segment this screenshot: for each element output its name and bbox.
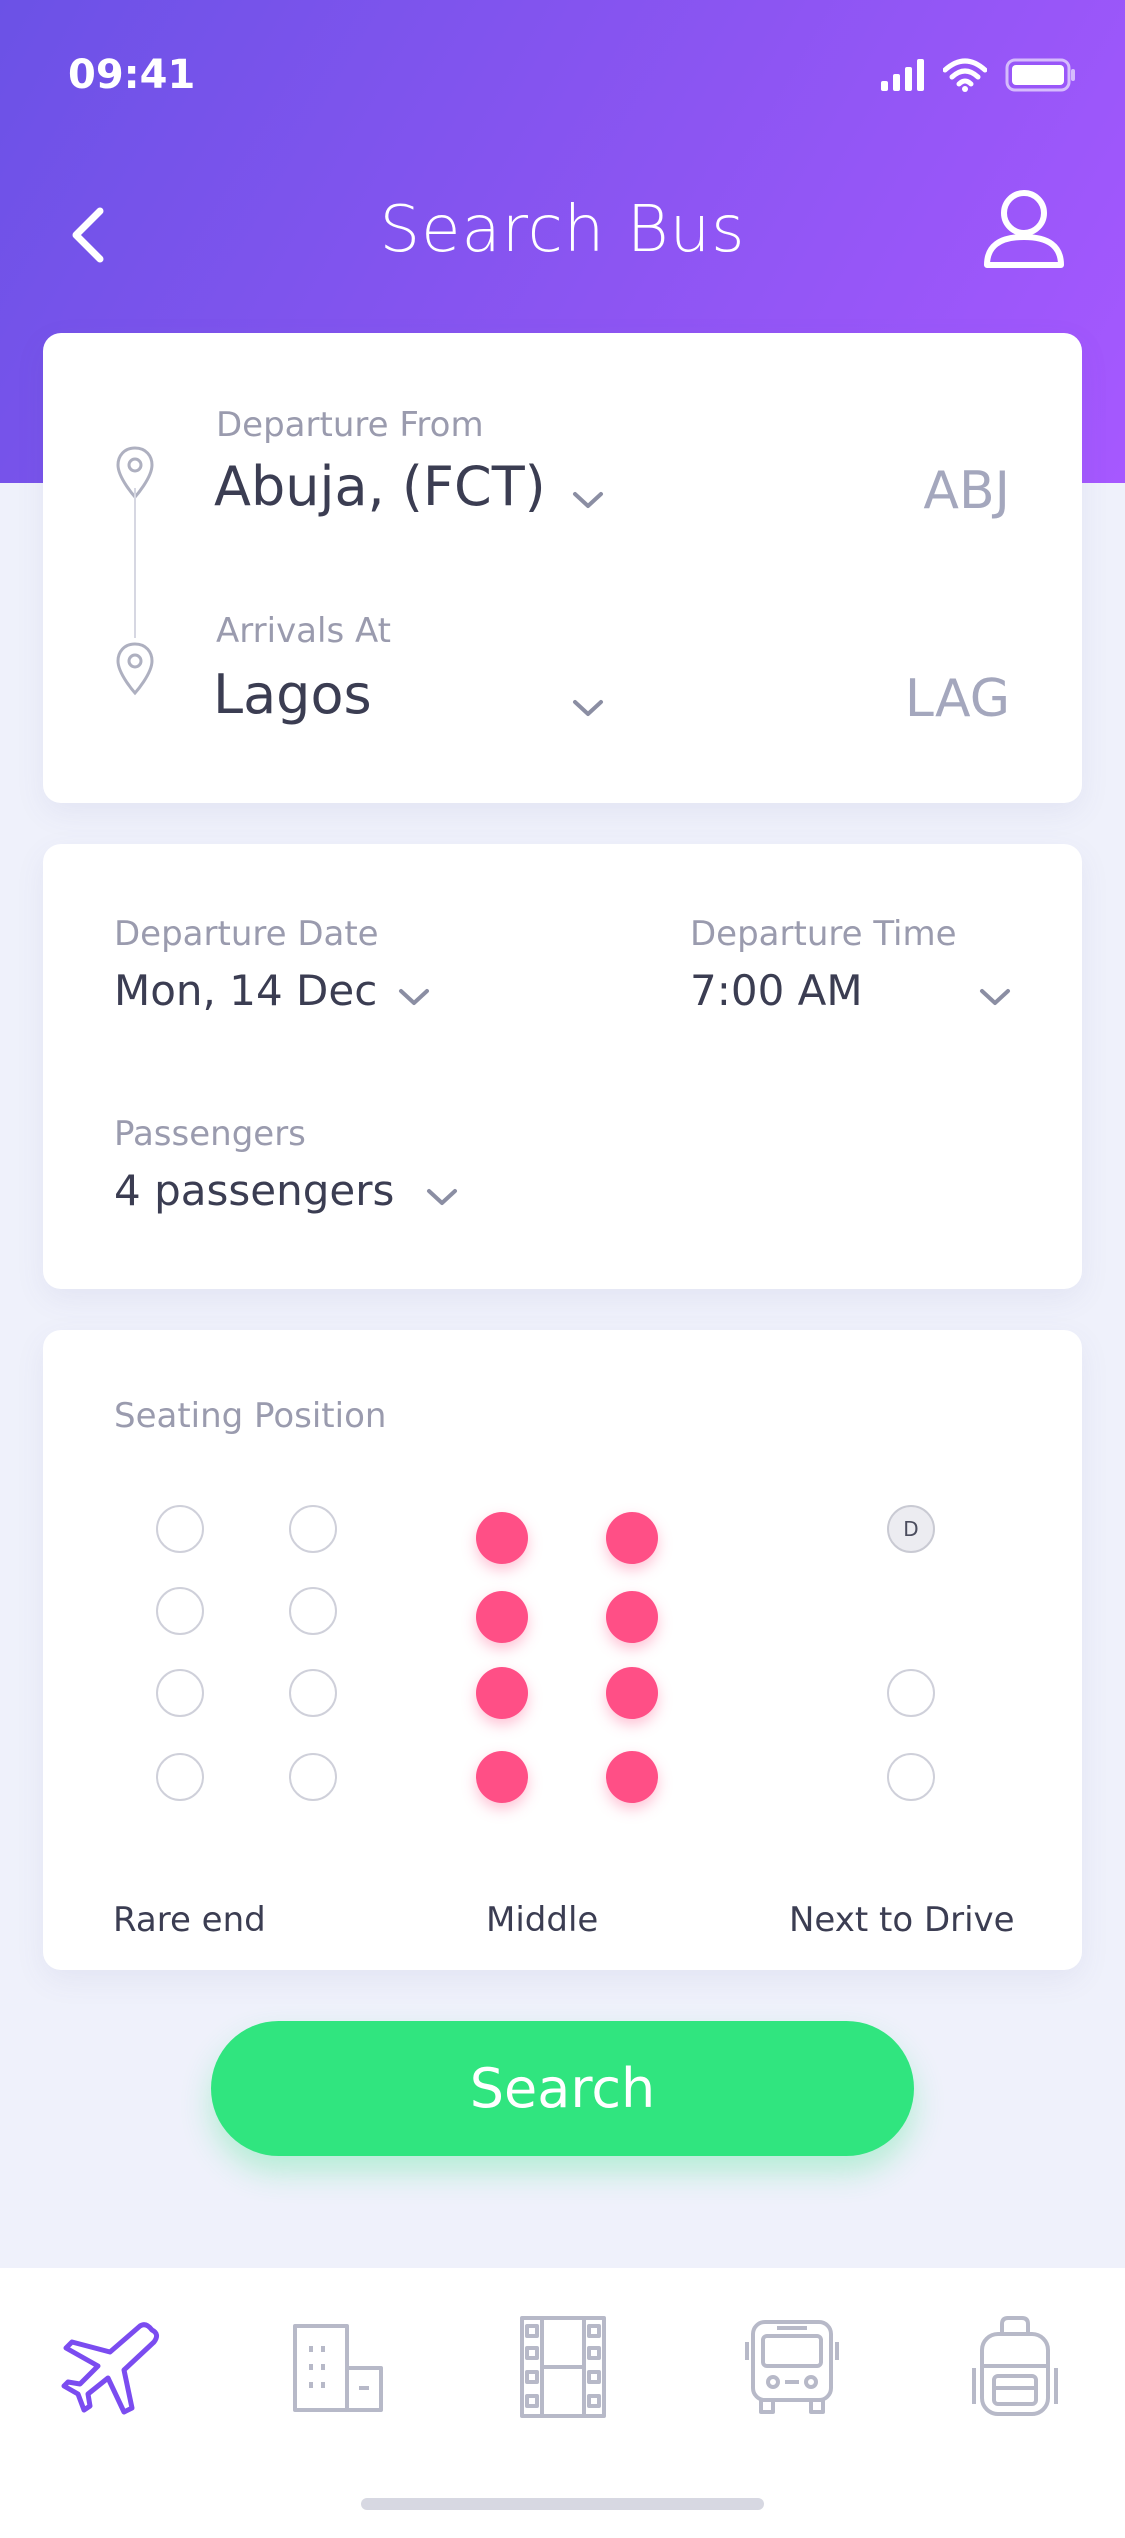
backpack-icon[interactable]: [960, 2312, 1070, 2422]
home-indicator: [361, 2498, 764, 2510]
seat-rear[interactable]: [156, 1505, 204, 1553]
profile-icon[interactable]: [979, 185, 1069, 275]
chevron-down-icon[interactable]: [425, 1186, 459, 1208]
arrival-code: LAG: [904, 669, 1010, 729]
arrival-value[interactable]: Lagos: [213, 663, 372, 726]
departure-value[interactable]: Abuja, (FCT): [214, 455, 546, 518]
seat-front[interactable]: [887, 1753, 935, 1801]
seat-rear[interactable]: [289, 1669, 337, 1717]
departure-date-value[interactable]: Mon, 14 Dec: [114, 966, 377, 1015]
hotel-icon[interactable]: [283, 2312, 393, 2422]
battery-icon: [1005, 58, 1075, 92]
seat-middle-selected[interactable]: [606, 1512, 658, 1564]
bus-icon[interactable]: [737, 2312, 847, 2422]
status-icons: [881, 58, 1077, 92]
chevron-down-icon[interactable]: [571, 489, 605, 511]
seat-rear[interactable]: [156, 1669, 204, 1717]
route-card: Departure From Abuja, (FCT) ABJ Arrivals…: [43, 333, 1082, 803]
seat-front[interactable]: [887, 1669, 935, 1717]
seat-middle-selected[interactable]: [476, 1667, 528, 1719]
seat-middle-selected[interactable]: [476, 1591, 528, 1643]
seating-card: Seating Position: [43, 1330, 1082, 1970]
driver-seat-badge: D: [887, 1505, 935, 1553]
seat-rear[interactable]: [289, 1587, 337, 1635]
seat-middle-selected[interactable]: [606, 1591, 658, 1643]
departure-time-label: Departure Time: [690, 914, 957, 954]
page-title: Search Bus: [379, 193, 746, 267]
airplane-icon[interactable]: [60, 2312, 170, 2422]
search-button[interactable]: Search: [211, 2021, 914, 2156]
seat-rear[interactable]: [156, 1753, 204, 1801]
status-time: 09:41: [68, 52, 196, 98]
signal-icon: [881, 59, 924, 91]
arrival-label: Arrivals At: [216, 611, 391, 651]
film-icon[interactable]: [508, 2312, 618, 2422]
chevron-down-icon[interactable]: [397, 986, 431, 1008]
route-connector-line: [134, 488, 136, 638]
seating-title: Seating Position: [114, 1396, 387, 1436]
seat-middle-selected[interactable]: [476, 1512, 528, 1564]
chevron-down-icon[interactable]: [571, 697, 605, 719]
nav-bar: Search Bus: [0, 185, 1125, 285]
seat-middle-selected[interactable]: [606, 1667, 658, 1719]
chevron-down-icon[interactable]: [978, 986, 1012, 1008]
seat-rear[interactable]: [289, 1505, 337, 1553]
seat-label-rear: Rare end: [113, 1900, 266, 1940]
status-bar: 09:41: [0, 52, 1125, 102]
seat-label-middle: Middle: [486, 1900, 599, 1940]
seat-label-front: Next to Drive: [789, 1900, 1015, 1940]
wifi-icon: [943, 58, 987, 92]
passengers-label: Passengers: [114, 1114, 306, 1154]
departure-time-value[interactable]: 7:00 AM: [690, 966, 863, 1015]
departure-code: ABJ: [923, 461, 1010, 521]
passengers-value[interactable]: 4 passengers: [114, 1166, 394, 1215]
seat-rear[interactable]: [156, 1587, 204, 1635]
trip-details-card: Departure Date Mon, 14 Dec Departure Tim…: [43, 844, 1082, 1289]
departure-label: Departure From: [216, 405, 484, 445]
departure-date-label: Departure Date: [114, 914, 379, 954]
seat-middle-selected[interactable]: [476, 1751, 528, 1803]
seat-rear[interactable]: [289, 1753, 337, 1801]
seat-middle-selected[interactable]: [606, 1751, 658, 1803]
location-pin-icon: [116, 642, 154, 696]
